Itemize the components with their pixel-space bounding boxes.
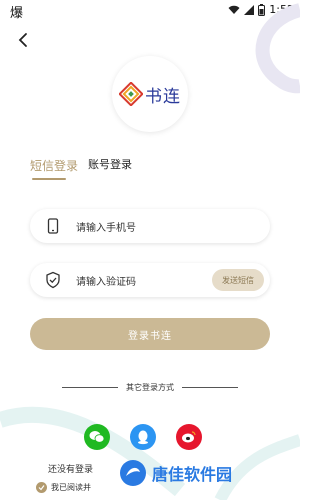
agreement-text: 我已阅读并 xyxy=(51,483,91,492)
wechat-login-button[interactable] xyxy=(84,424,110,450)
agree-checkbox[interactable] xyxy=(36,482,47,493)
other-login-label: 其它登录方式 xyxy=(126,382,174,392)
watermark: 唐佳软件园 xyxy=(118,458,232,488)
divider-line-right xyxy=(182,386,238,388)
tab-account-login[interactable]: 账号登录 xyxy=(88,156,132,180)
logo-text: 书连 xyxy=(145,86,181,107)
phone-input[interactable]: 请输入手机号 xyxy=(76,219,270,234)
agreement-row[interactable]: 我已阅读并 xyxy=(36,482,91,493)
weibo-icon xyxy=(182,431,196,443)
app-logo: 书连 xyxy=(112,56,188,132)
chevron-left-icon[interactable] xyxy=(14,30,34,50)
watermark-logo-icon xyxy=(120,460,146,486)
code-input[interactable]: 请输入验证码 xyxy=(76,273,212,288)
other-login-divider: 其它登录方式 xyxy=(62,380,238,394)
no-account-text: 还没有登录 xyxy=(48,465,94,475)
qq-icon xyxy=(138,430,148,445)
send-sms-button[interactable]: 发送短信 xyxy=(212,269,264,291)
login-button[interactable]: 登录书连 xyxy=(30,318,270,350)
qq-login-button[interactable] xyxy=(130,424,156,450)
phone-field[interactable]: 请输入手机号 xyxy=(30,209,270,243)
watermark-text: 唐佳软件园 xyxy=(152,465,233,484)
shield-check-icon xyxy=(46,271,60,289)
phone-icon xyxy=(47,218,59,234)
check-icon xyxy=(38,485,45,491)
wechat-icon xyxy=(89,431,105,443)
decor-top-right xyxy=(255,3,300,94)
logo-mark-icon xyxy=(119,82,143,106)
code-field[interactable]: 请输入验证码 发送短信 xyxy=(30,263,270,297)
weibo-login-button[interactable] xyxy=(176,424,202,450)
tab-sms-login[interactable]: 短信登录 xyxy=(30,157,78,180)
status-app-glyph: 爆 xyxy=(10,6,24,21)
divider-line-left xyxy=(62,386,118,388)
login-tabs: 短信登录 账号登录 xyxy=(30,156,132,180)
